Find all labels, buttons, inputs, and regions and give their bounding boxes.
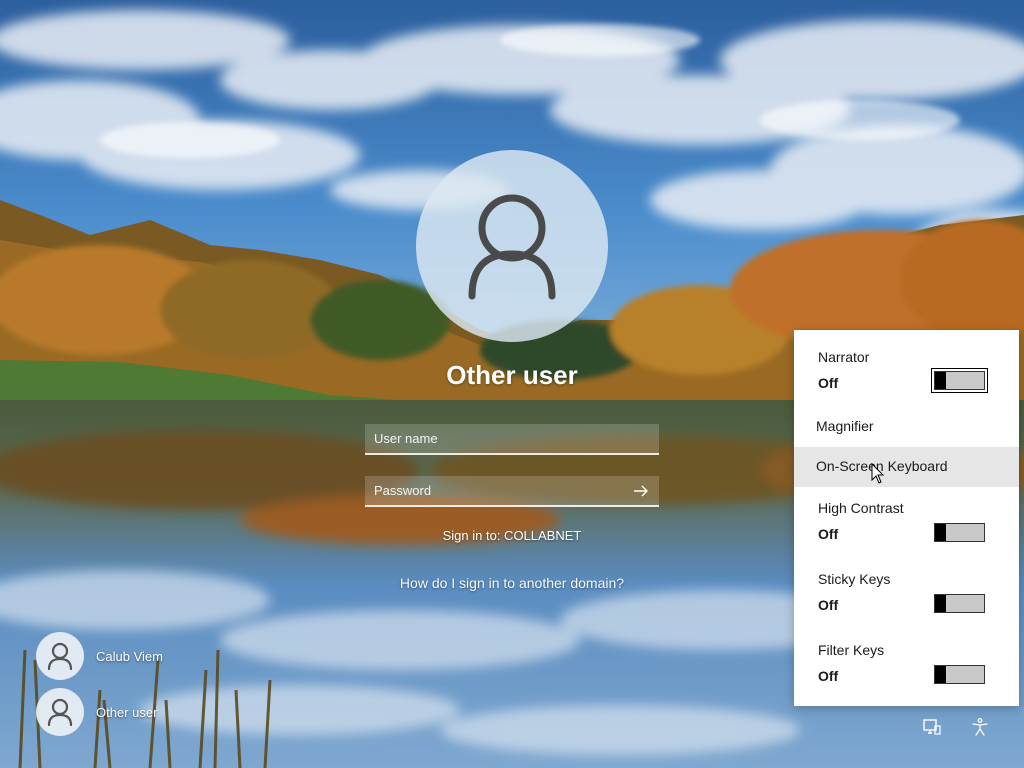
user-avatar-large [416,150,608,342]
high-contrast-state: Off [818,526,839,542]
narrator-toggle[interactable] [931,368,988,393]
filter-keys-label: Filter Keys [818,642,885,658]
toggle-knob [935,524,946,541]
other-domain-link[interactable]: How do I sign in to another domain? [312,575,712,591]
on-screen-keyboard-item[interactable]: On-Screen Keyboard [794,447,1019,487]
person-icon [47,642,73,671]
network-icon[interactable] [922,717,942,737]
username-input[interactable] [365,424,659,453]
magnifier-item[interactable]: Magnifier [794,407,1019,447]
person-icon [47,698,73,727]
user-tile-name: Other user [96,705,158,720]
avatar [36,688,84,736]
toggle-knob [935,595,946,612]
person-icon [468,194,556,300]
user-tile-other-user[interactable]: Other user [36,688,266,736]
selected-user-title: Other user [446,360,578,390]
magnifier-label: Magnifier [816,418,874,434]
password-field-container [365,476,659,507]
narrator-label: Narrator [818,349,870,365]
toggle-knob [935,372,946,389]
high-contrast-label: High Contrast [818,500,904,516]
filter-keys-state: Off [818,668,839,684]
avatar [36,632,84,680]
mouse-cursor-icon [871,463,885,484]
high-contrast-toggle[interactable] [934,523,985,542]
sticky-keys-state: Off [818,597,839,613]
accessibility-icon[interactable] [970,717,990,737]
sticky-keys-toggle[interactable] [934,594,985,613]
arrow-right-icon[interactable] [631,481,651,501]
filter-keys-toggle[interactable] [934,665,985,684]
user-tile-name: Calub Viem [96,649,163,664]
sticky-keys-label: Sticky Keys [818,571,891,587]
toggle-knob [935,666,946,683]
user-tile-calub-viem[interactable]: Calub Viem [36,632,266,680]
password-input[interactable] [365,476,659,505]
accessibility-flyout: Narrator Off Magnifier On-Screen Keyboar… [794,330,1019,706]
narrator-state: Off [818,375,839,391]
username-field-container [365,424,659,455]
sign-in-domain-text: Sign in to: COLLABNET [442,528,582,543]
